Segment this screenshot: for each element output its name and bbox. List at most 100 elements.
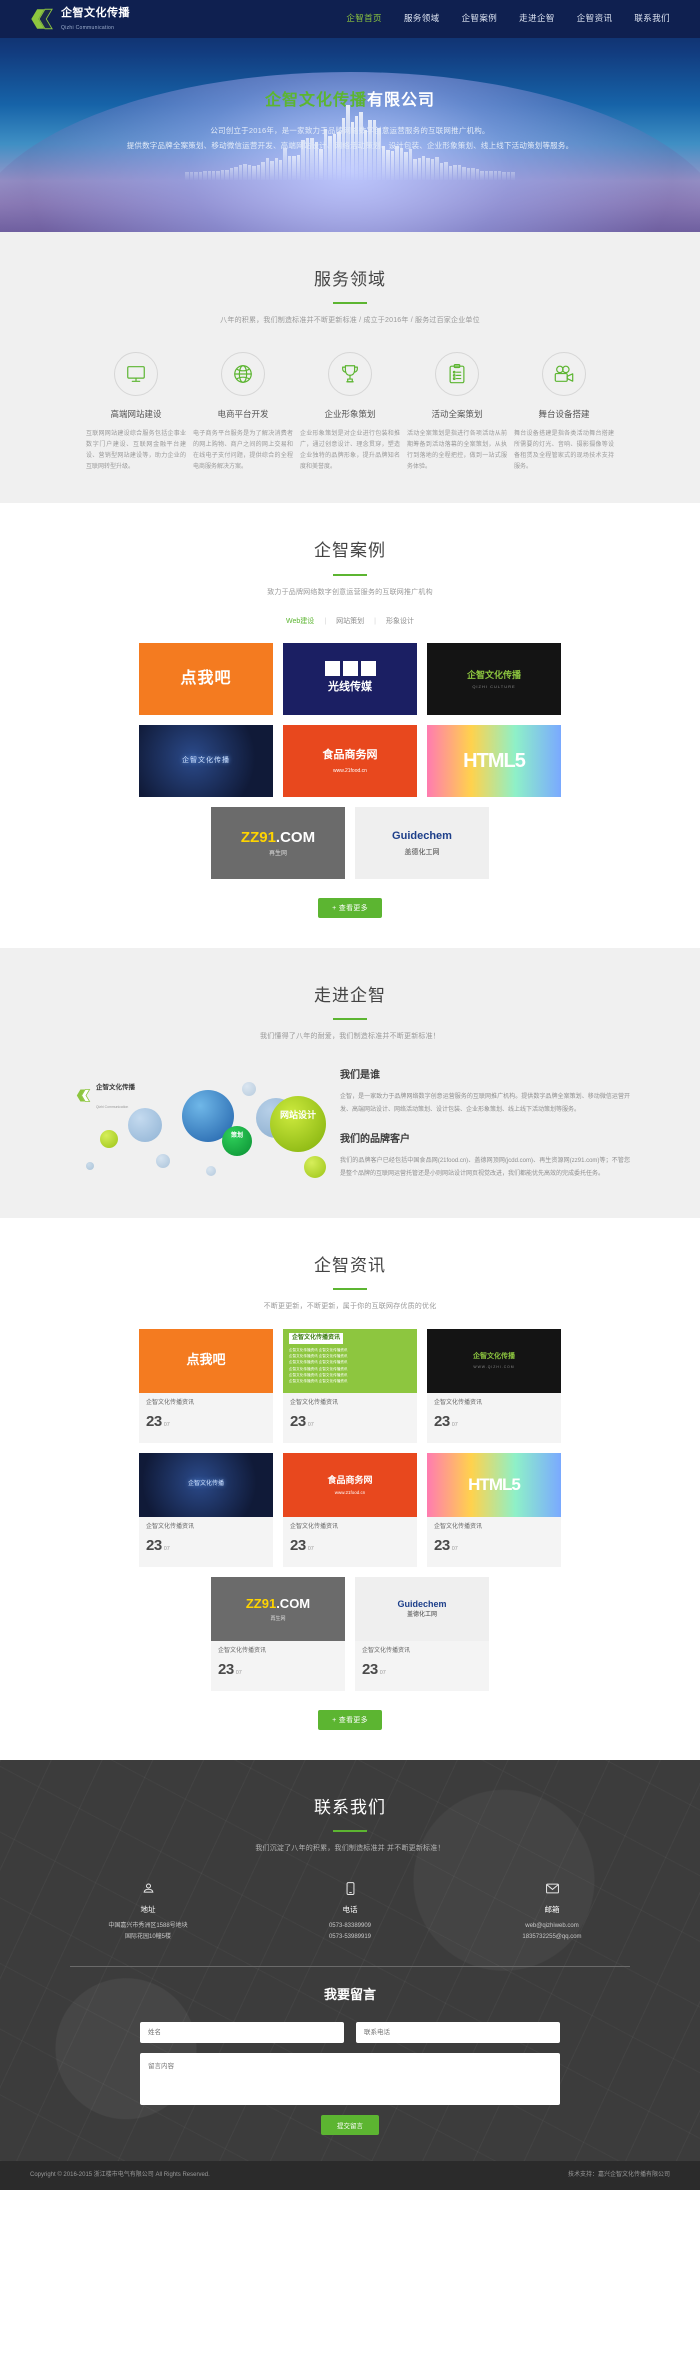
nav-item-contact[interactable]: 联系我们: [634, 12, 670, 26]
news-day: 23: [290, 1410, 306, 1434]
news-card[interactable]: 企智文化传播资讯 企智文化传播资讯 企智文化传播资讯 企智文化传播资讯 企智文化传播…: [283, 1329, 417, 1443]
case-card[interactable]: 光线传媒: [283, 643, 417, 715]
news-month: 07: [452, 1545, 458, 1554]
hero-sub-line2: 提供数字品牌全案策划、移动微信运营开发、高端网站设计、网络活动策划、设计包装、企…: [127, 141, 574, 150]
hero-sub-line1: 公司创立于2016年，是一家致力于品牌网络数字创意运营服务的互联网推广机构。: [210, 126, 489, 135]
news-card-date: 23 07: [434, 1534, 554, 1558]
message-form: 提交留言: [140, 2022, 560, 2135]
service-item-5[interactable]: 舞台设备搭建 舞台设备搭建是指各类活动舞台搭建所需要的灯光、音响、摄影摄像等设备租…: [512, 352, 616, 473]
service-name: 舞台设备搭建: [512, 408, 616, 422]
contact-phone-value: 0573-83389909 0573-53989919: [275, 1921, 425, 1944]
about-bubble-label-plan: 策划: [222, 1132, 252, 1142]
news-card[interactable]: 点我吧 企智文化传播资讯 23 07: [139, 1329, 273, 1443]
news-day: 23: [290, 1534, 306, 1558]
location-icon: [73, 1878, 223, 1898]
news-card[interactable]: ZZ91.COM 再生网 企智文化传播资讯 23 07: [211, 1577, 345, 1691]
nav-item-home[interactable]: 企智首页: [346, 12, 382, 26]
cases-filter-design[interactable]: 形象设计: [386, 616, 414, 627]
news-thumbnail: 企智文化传播 WWW.QIZHI.COM: [427, 1329, 561, 1393]
case-card[interactable]: Guidechem 盖德化工网: [355, 807, 489, 879]
news-day: 23: [434, 1410, 450, 1434]
news-day: 23: [146, 1410, 162, 1434]
message-textarea[interactable]: [140, 2053, 560, 2105]
name-input[interactable]: [140, 2022, 344, 2043]
news-card[interactable]: 企智文化传播 企智文化传播资讯 23 07: [139, 1453, 273, 1567]
message-form-title: 我要留言: [0, 1985, 700, 2006]
clipboard-icon: [446, 363, 468, 385]
services-title: 服务领域: [70, 266, 630, 293]
service-name: 活动全案策划: [405, 408, 509, 422]
footer-copyright: Copyright © 2016-2015 浙江楼市电气有限公司 All Rig…: [30, 2171, 210, 2181]
news-month: 07: [164, 1545, 170, 1554]
about-bubble: [304, 1156, 326, 1178]
news-more-button[interactable]: + 查看更多: [318, 1710, 382, 1730]
news-card[interactable]: 食品商务网 www.21food.cn 企智文化传播资讯 23 07: [283, 1453, 417, 1567]
news-card[interactable]: 企智文化传播 WWW.QIZHI.COM 企智文化传播资讯 23 07: [427, 1329, 561, 1443]
logo-text-en: Qizhi Communication: [61, 25, 114, 31]
news-card-date: 23 07: [434, 1410, 554, 1434]
case-card[interactable]: HTML5: [427, 725, 561, 797]
contact-phone: 电话 0573-83389909 0573-53989919: [275, 1878, 425, 1944]
service-item-3[interactable]: 企业形象策划 企业形象策划是对企业进行包装和推广，通过创意设计、理念贯穿，塑造企业…: [298, 352, 402, 473]
news-thumbnail: ZZ91.COM 再生网: [211, 1577, 345, 1641]
news-card-title: 企智文化传播资讯: [146, 1399, 266, 1408]
case-card[interactable]: 企智文化传播 QIZHI CULTURE: [427, 643, 561, 715]
about-section: 走进企智 我们懂得了八年的耐爱，我们制造标准并不断更新标准！ 企智文化传播 Qi…: [0, 948, 700, 1218]
news-card-title: 企智文化传播资讯: [218, 1647, 338, 1656]
cases-filter-plan[interactable]: 网站策划: [336, 616, 364, 627]
about-bubble-label-design: 网站设计: [276, 1110, 320, 1120]
case-card[interactable]: 企智文化传播: [139, 725, 273, 797]
case-card[interactable]: ZZ91.COM 再生网: [211, 807, 345, 879]
news-card-title: 企智文化传播资讯: [290, 1523, 410, 1532]
phone-icon: [275, 1878, 425, 1898]
submit-message-button[interactable]: 提交留言: [321, 2115, 379, 2135]
contact-email-value: web@qizhiweb.com 1835732255@qq.com: [477, 1921, 627, 1944]
news-day: 23: [218, 1658, 234, 1682]
service-icon-wrap: [221, 352, 265, 396]
news-rule: [333, 1288, 367, 1290]
news-card[interactable]: Guidechem 盖德化工网 企智文化传播资讯 23 07: [355, 1577, 489, 1691]
contact-section: 联系我们 我们沉淀了八年的积累，我们制造标准并 并不断更新标准！ 地址 中国嘉兴…: [0, 1760, 700, 2161]
nav-item-services[interactable]: 服务领域: [404, 12, 440, 26]
news-card-date: 23 07: [362, 1658, 482, 1682]
mail-icon: [477, 1878, 627, 1898]
about-bubble: [270, 1096, 326, 1152]
news-month: 07: [308, 1421, 314, 1430]
about-bubble: [156, 1154, 170, 1168]
service-name: 企业形象策划: [298, 408, 402, 422]
services-rule: [333, 302, 367, 304]
cases-filter-web[interactable]: Web建设: [286, 616, 314, 627]
phone-input[interactable]: [356, 2022, 560, 2043]
nav-item-news[interactable]: 企智资讯: [577, 12, 613, 26]
logo-text-cn: 企智文化传播: [61, 7, 130, 19]
case-card[interactable]: 点我吧: [139, 643, 273, 715]
contact-divider: [70, 1966, 630, 1967]
service-item-4[interactable]: 活动全案策划 活动全案策划是指进行各项活动从前期筹备到活动落幕的全案策划，从执行到…: [405, 352, 509, 473]
service-item-2[interactable]: 电商平台开发电子商务平台服务是为了解决消费者的网上购物、商户之间的网上交易和在线…: [191, 352, 295, 473]
cases-desc: 致力于品牌网络数字创意运营服务的互联网推广机构: [70, 587, 630, 598]
service-item-1[interactable]: 高端网站建设 互联网网站建设综合服务包括企事业数字门户建设、互联网金融平台建设、营…: [84, 352, 188, 473]
about-heading-clients: 我们的品牌客户: [340, 1132, 630, 1148]
contact-rule: [333, 1830, 367, 1832]
news-card-date: 23 07: [290, 1410, 410, 1434]
site-logo[interactable]: 企智文化传播 Qizhi Communication: [30, 6, 130, 32]
news-card-title: 企智文化传播资讯: [434, 1399, 554, 1408]
service-text: 电子商务平台服务是为了解决消费者的网上购物、商户之间的网上交易和在线电子支付问题…: [191, 429, 295, 473]
cases-grid: 点我吧 光线传媒 企智文化传播 QIZHI CULTURE 企智文化传播 食品商务网 www…: [70, 643, 630, 879]
hero-title-green: 企智文化传播: [265, 92, 367, 109]
news-month: 07: [452, 1421, 458, 1430]
nav-item-cases[interactable]: 企智案例: [462, 12, 498, 26]
page-root: 企智文化传播 Qizhi Communication 企智首页 服务领域 企智案…: [0, 0, 700, 2190]
hero-title-white: 有限公司: [367, 92, 435, 109]
nav-item-about[interactable]: 走进企智: [519, 12, 555, 26]
cases-more-button[interactable]: + 查看更多: [318, 898, 382, 918]
service-name: 电商平台开发: [191, 408, 295, 422]
news-thumbnail: 企智文化传播资讯 企智文化传播资讯 企智文化传播资讯 企智文化传播资讯 企智文化传播…: [283, 1329, 417, 1393]
contact-desc: 我们沉淀了八年的积累，我们制造标准并 并不断更新标准！: [0, 1843, 700, 1854]
news-card[interactable]: HTML5 企智文化传播资讯 23 07: [427, 1453, 561, 1567]
case-card[interactable]: 食品商务网 www.21food.cn: [283, 725, 417, 797]
news-month: 07: [164, 1421, 170, 1430]
contact-info-list: 地址 中国嘉兴市秀洲区1588号地块 国际花园10幢5楼 电话 0573-8338…: [0, 1878, 700, 1944]
contact-email: 邮箱 web@qizhiweb.com 1835732255@qq.com: [477, 1878, 627, 1944]
footer-credit[interactable]: 技术支持：嘉兴企智文化传播有限公司: [568, 2171, 670, 2181]
